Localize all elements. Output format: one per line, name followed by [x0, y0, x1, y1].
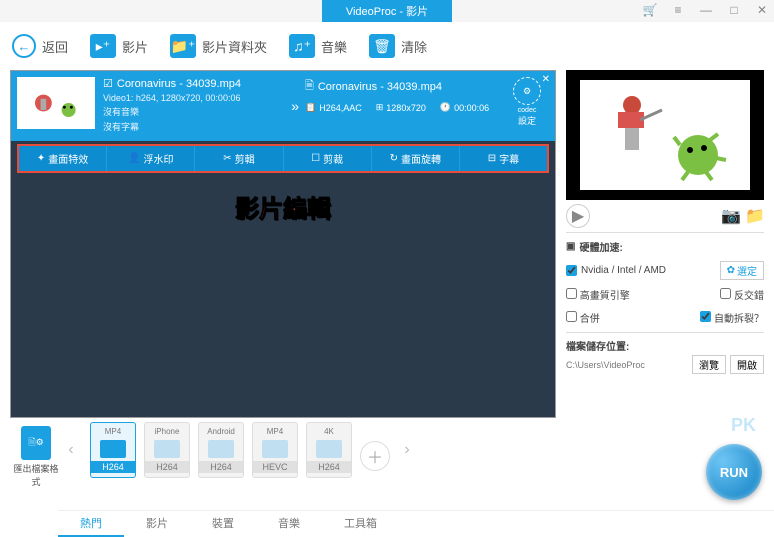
back-arrow-icon: ←	[12, 34, 36, 58]
crop-button[interactable]: ☐ 剪裁	[284, 146, 372, 171]
codec-settings-button[interactable]: ⚙ codec 設定	[505, 77, 549, 135]
tab-video[interactable]: 影片	[124, 511, 190, 537]
source-title: Coronavirus - 34039.mp4	[117, 78, 241, 90]
watermark-button[interactable]: 👤 浮水印	[107, 146, 195, 171]
close-icon[interactable]: ✕	[754, 2, 770, 18]
main-toolbar: ← 返回 ▸⁺ 影片 📁⁺ 影片資料夾 ♫⁺ 音樂 🗑 清除	[0, 22, 774, 70]
hw-set-button[interactable]: ✿選定	[720, 261, 764, 280]
add-format-button[interactable]: ＋	[360, 441, 390, 471]
overlay-annotation: 影片編輯	[235, 189, 331, 224]
no-subtitle-label: 沒有字幕	[103, 120, 285, 133]
no-audio-label: 沒有音樂	[103, 105, 285, 118]
hw-option-checkbox[interactable]: Nvidia / Intel / AMD	[566, 265, 666, 276]
folder-label: 影片資料夾	[202, 37, 267, 56]
watermark-text: PK	[731, 415, 756, 436]
folder-icon: 📁⁺	[170, 34, 196, 58]
target-codec: 📋 H264,AAC	[305, 102, 362, 113]
hq-checkbox[interactable]: 高畫質引擎	[566, 287, 630, 302]
format-mp4-hevc[interactable]: MP4HEVC	[252, 422, 298, 478]
output-label-text: 匯出檔案格式	[10, 462, 62, 488]
music-label: 音樂	[321, 37, 347, 56]
format-list: MP4H264 iPhoneH264 AndroidH264 MP4HEVC 4…	[90, 422, 390, 478]
source-format: Video1: h264, 1280x720, 00:00:06	[103, 93, 285, 103]
window-controls: 🛒 ≡ — □ ✕	[642, 2, 770, 18]
video-label: 影片	[122, 37, 148, 56]
video-item[interactable]: ✕ ☑ Coronavirus - 34039.mp4 Video1: h264,…	[11, 71, 555, 141]
video-list-panel: ✕ ☑ Coronavirus - 34039.mp4 Video1: h264,…	[10, 70, 556, 418]
add-folder-button[interactable]: 📁⁺ 影片資料夾	[170, 34, 267, 58]
deinterlace-checkbox[interactable]: 反交錯	[720, 287, 764, 302]
play-button[interactable]: ▶	[566, 204, 590, 228]
output-format-button[interactable]: 🗎⚙ 匯出檔案格式	[10, 426, 62, 488]
run-button[interactable]: RUN	[706, 444, 762, 500]
autosplit-checkbox[interactable]: 自動拆裂？	[700, 310, 764, 325]
preview-player	[566, 70, 764, 200]
remove-video-icon[interactable]: ✕	[542, 74, 550, 85]
merge-checkbox[interactable]: 合併	[566, 310, 600, 325]
add-video-button[interactable]: ▸⁺ 影片	[90, 34, 148, 58]
clear-label: 清除	[401, 37, 427, 56]
video-icon: ▸⁺	[90, 34, 116, 58]
save-path: C:\Users\VideoProc	[566, 360, 688, 370]
clear-button[interactable]: 🗑 清除	[369, 34, 427, 58]
bottom-bar: 🗎⚙ 匯出檔案格式 ‹ MP4H264 iPhoneH264 AndroidH2…	[0, 418, 774, 506]
main-area: ✕ ☑ Coronavirus - 34039.mp4 Video1: h264,…	[0, 70, 774, 418]
side-panel: ▶ 📷 📁 ▣ 硬體加速: Nvidia / Intel / AMD ✿選定 高畫…	[566, 70, 764, 418]
music-icon: ♫⁺	[289, 34, 315, 58]
file-icon: 🗎	[305, 77, 314, 96]
effect-button[interactable]: ✦ 畫面特效	[19, 146, 107, 171]
minimize-icon[interactable]: —	[698, 2, 714, 18]
back-label: 返回	[42, 37, 68, 56]
scroll-right-icon[interactable]: ›	[398, 422, 416, 478]
tab-music[interactable]: 音樂	[256, 511, 322, 537]
arrow-right-icon: »	[291, 98, 299, 114]
target-info: 🗎 Coronavirus - 34039.mp4 📋 H264,AAC ⊞ 12…	[305, 77, 505, 135]
add-music-button[interactable]: ♫⁺ 音樂	[289, 34, 347, 58]
format-android[interactable]: AndroidH264	[198, 422, 244, 478]
target-duration: 🕐 00:00:06	[440, 102, 489, 113]
check-icon: ☑	[103, 77, 113, 90]
source-info: ☑ Coronavirus - 34039.mp4 Video1: h264, 1…	[103, 77, 285, 135]
hw-accel-section: ▣ 硬體加速: Nvidia / Intel / AMD ✿選定 高畫質引擎 反交…	[566, 232, 764, 374]
gear-icon: ⚙	[513, 77, 541, 105]
format-iphone[interactable]: iPhoneH264	[144, 422, 190, 478]
format-4k[interactable]: 4KH264	[306, 422, 352, 478]
maximize-icon[interactable]: □	[726, 2, 742, 18]
preview-controls: ▶ 📷 📁	[566, 200, 764, 232]
rotate-button[interactable]: ↻ 畫面旋轉	[372, 146, 460, 171]
codec-setting-label: 設定	[505, 114, 549, 127]
titlebar: VideoProc - 影片 🛒 ≡ — □ ✕	[0, 0, 774, 22]
output-gear-icon: 🗎⚙	[21, 426, 51, 460]
codec-label: codec	[505, 107, 549, 114]
scroll-left-icon[interactable]: ‹	[62, 422, 80, 478]
snapshot-icon[interactable]: 📷	[722, 207, 740, 225]
tab-hot[interactable]: 熱門	[58, 511, 124, 537]
edit-toolbar: ✦ 畫面特效 👤 浮水印 ✂ 剪輯 ☐ 剪裁 ↻ 畫面旋轉 ⊟ 字幕	[17, 144, 549, 173]
back-button[interactable]: ← 返回	[12, 34, 68, 58]
folder-open-icon[interactable]: 📁	[746, 207, 764, 225]
tab-toolbox[interactable]: 工具箱	[322, 511, 399, 537]
settings-lines-icon[interactable]: ≡	[670, 2, 686, 18]
trash-icon: 🗑	[369, 34, 395, 58]
target-resolution: ⊞ 1280x720	[376, 102, 426, 113]
target-title: Coronavirus - 34039.mp4	[318, 81, 442, 93]
cart-icon[interactable]: 🛒	[642, 2, 658, 18]
category-tabs: 熱門 影片 裝置 音樂 工具箱	[58, 510, 774, 537]
open-folder-button[interactable]: 開啟	[730, 355, 764, 374]
hw-title: 硬體加速:	[579, 239, 622, 254]
subtitle-button[interactable]: ⊟ 字幕	[460, 146, 547, 171]
video-thumbnail	[17, 77, 95, 129]
browse-button[interactable]: 瀏覽	[692, 355, 726, 374]
title-tab: VideoProc - 影片	[322, 0, 452, 22]
chip-icon: ▣	[566, 241, 575, 252]
tab-device[interactable]: 裝置	[190, 511, 256, 537]
save-location-section: 檔案儲存位置: C:\Users\VideoProc 瀏覽 開啟	[566, 332, 764, 374]
format-mp4-h264[interactable]: MP4H264	[90, 422, 136, 478]
cut-button[interactable]: ✂ 剪輯	[195, 146, 283, 171]
save-title: 檔案儲存位置:	[566, 338, 764, 353]
